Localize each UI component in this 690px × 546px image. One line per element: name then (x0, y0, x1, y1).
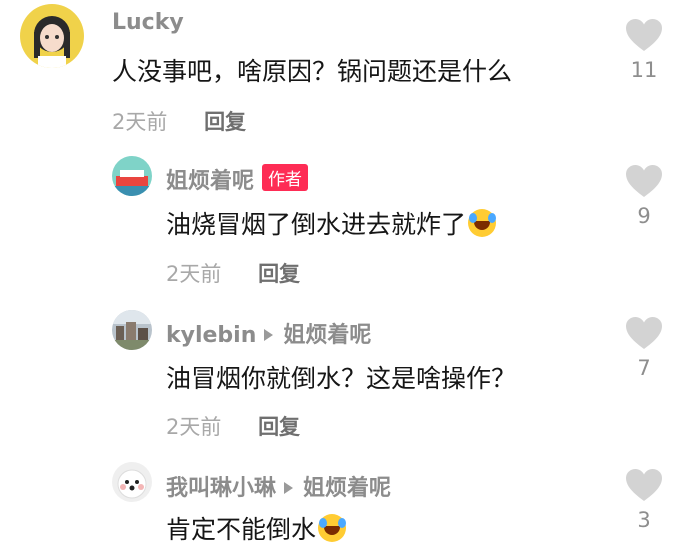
laughing-crying-emoji-icon (318, 514, 347, 542)
comment-text: 油烧冒烟了倒水进去就炸了 (166, 205, 497, 241)
username[interactable]: 我叫琳小琳 姐烦着呢 (166, 470, 391, 502)
comment-time: 2天前 (166, 415, 222, 439)
heart-icon (626, 165, 662, 197)
comment-thread: { "comments": [ { "user": "Lucky", "text… (0, 0, 690, 545)
comment-time: 2天前 (112, 110, 168, 134)
comment-meta: 2天前 回复 (166, 258, 300, 288)
like-button[interactable]: 3 (622, 468, 666, 532)
username[interactable]: Lucky (112, 10, 184, 35)
heart-icon (626, 469, 662, 501)
heart-icon (626, 317, 662, 349)
like-button[interactable]: 11 (622, 18, 666, 82)
username[interactable]: kylebin 姐烦着呢 (166, 317, 371, 349)
like-button[interactable]: 7 (622, 316, 666, 380)
username-text: 姐烦着呢 (166, 169, 255, 194)
reply-arrow-icon (284, 481, 294, 494)
reply-arrow-icon (264, 328, 274, 341)
username-text: 我叫琳小琳 (166, 476, 277, 501)
heart-icon (626, 19, 662, 51)
comment-text: 人没事吧，啥原因？锅问题还是什么 (112, 57, 513, 86)
reply-button[interactable]: 回复 (258, 415, 300, 439)
comment-text-content: 肯定不能倒水 (166, 515, 317, 544)
like-count: 7 (637, 356, 651, 380)
avatar[interactable] (20, 4, 84, 68)
laughing-crying-emoji-icon (468, 209, 497, 237)
username[interactable]: 姐烦着呢 作者 (166, 163, 309, 195)
avatar[interactable] (112, 462, 152, 502)
reply-button[interactable]: 回复 (204, 110, 246, 134)
username-text: kylebin (166, 323, 257, 348)
reply-to-username[interactable]: 姐烦着呢 (283, 323, 371, 348)
comment-text-content: 油烧冒烟了倒水进去就炸了 (166, 210, 467, 239)
author-badge: 作者 (262, 164, 309, 191)
like-button[interactable]: 9 (622, 164, 666, 228)
avatar[interactable] (112, 156, 152, 196)
like-count: 11 (630, 58, 658, 82)
comment-text: 油冒烟你就倒水？这是啥操作？ (166, 364, 517, 393)
comment-text: 肯定不能倒水 (166, 510, 347, 546)
comment-meta: 2天前 回复 (112, 106, 246, 136)
reply-button[interactable]: 回复 (258, 262, 300, 286)
reply-to-username[interactable]: 姐烦着呢 (303, 476, 391, 501)
like-count: 9 (637, 204, 651, 228)
comment-meta: 2天前 回复 (166, 411, 300, 441)
avatar[interactable] (112, 310, 152, 350)
like-count: 3 (637, 508, 651, 532)
comment-time: 2天前 (166, 262, 222, 286)
